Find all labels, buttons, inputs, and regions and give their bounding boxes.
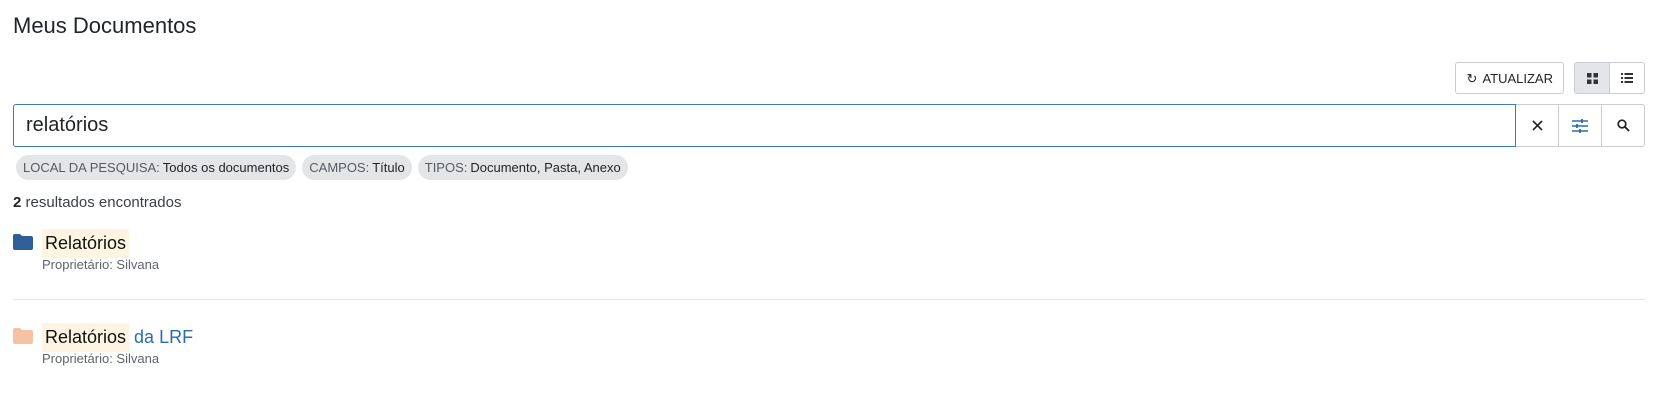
sliders-icon bbox=[1572, 118, 1588, 133]
result-owner: Proprietário: Silvana bbox=[42, 257, 160, 272]
chip-value: Título bbox=[372, 160, 405, 175]
result-title-highlight: Relatórios bbox=[42, 323, 130, 352]
filters-button[interactable] bbox=[1559, 104, 1602, 147]
result-title[interactable]: Relatórios bbox=[42, 229, 130, 258]
clear-search-button[interactable] bbox=[1516, 104, 1559, 147]
search-icon bbox=[1616, 119, 1630, 132]
folder-icon bbox=[13, 234, 33, 250]
folder-icon bbox=[13, 328, 33, 344]
view-toggle bbox=[1574, 62, 1645, 94]
page-title: Meus Documentos bbox=[13, 13, 197, 38]
results-count-number: 2 bbox=[13, 194, 22, 211]
refresh-button-label: ATUALIZAR bbox=[1482, 70, 1553, 86]
grid-view-icon bbox=[1586, 72, 1598, 84]
results-count: 2 resultados encontrados bbox=[13, 194, 181, 211]
refresh-icon: ↻ bbox=[1466, 70, 1478, 86]
result-title-highlight: Relatórios bbox=[42, 229, 130, 258]
result-owner: Proprietário: Silvana bbox=[42, 351, 160, 366]
chip-types[interactable]: TIPOS: Documento, Pasta, Anexo bbox=[417, 155, 628, 180]
chip-fields[interactable]: CAMPOS: Título bbox=[302, 155, 412, 180]
refresh-button[interactable]: ↻ ATUALIZAR bbox=[1454, 62, 1564, 94]
search-bar bbox=[13, 104, 1645, 147]
search-input[interactable] bbox=[13, 104, 1516, 147]
divider bbox=[13, 299, 1645, 300]
list-view-icon bbox=[1621, 73, 1633, 83]
results-count-label: resultados encontrados bbox=[25, 194, 182, 211]
list-view-button[interactable] bbox=[1610, 63, 1644, 93]
chip-value: Documento, Pasta, Anexo bbox=[470, 160, 621, 175]
close-icon bbox=[1531, 120, 1543, 131]
chip-value: Todos os documentos bbox=[162, 160, 290, 175]
result-title[interactable]: Relatórios da LRF bbox=[42, 323, 193, 352]
search-button[interactable] bbox=[1602, 104, 1645, 147]
chip-key: LOCAL DA PESQUISA: bbox=[23, 160, 160, 175]
search-filter-chips: LOCAL DA PESQUISA: Todos os documentos C… bbox=[16, 155, 628, 180]
chip-key: TIPOS: bbox=[424, 160, 468, 175]
chip-key: CAMPOS: bbox=[309, 160, 370, 175]
chip-search-location[interactable]: LOCAL DA PESQUISA: Todos os documentos bbox=[16, 155, 297, 180]
grid-view-button[interactable] bbox=[1575, 63, 1610, 93]
result-title-tail: da LRF bbox=[134, 327, 194, 347]
toolbar: ↻ ATUALIZAR bbox=[1454, 62, 1645, 94]
